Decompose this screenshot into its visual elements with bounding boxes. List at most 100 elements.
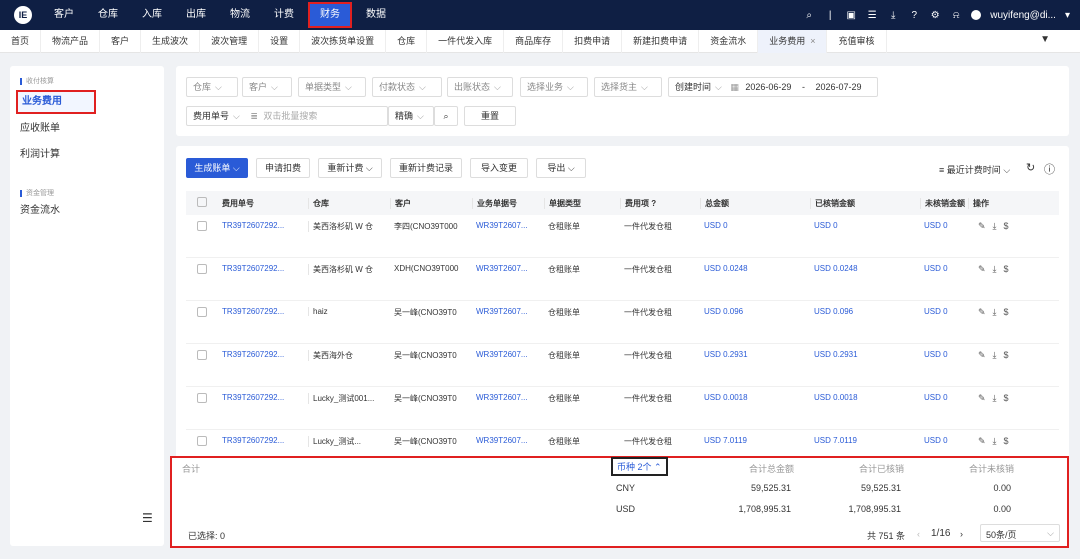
- warehouse-select[interactable]: 仓库 ⌵: [186, 77, 238, 97]
- tab-fund-flow[interactable]: 资金流水: [699, 29, 759, 53]
- tab-business-fee[interactable]: 业务费用 ×: [758, 29, 828, 53]
- fee-no-cell[interactable]: TR39T2607292...: [218, 393, 308, 402]
- settings-icon[interactable]: ⚙: [929, 10, 941, 21]
- dollar-icon[interactable]: $: [1004, 393, 1009, 403]
- tab-deduct-apply[interactable]: 扣费申请: [563, 29, 623, 53]
- dollar-icon[interactable]: $: [1004, 307, 1009, 317]
- tab-generate-wave[interactable]: 生成波次: [141, 29, 201, 53]
- nav-inbound[interactable]: 入库: [130, 0, 174, 30]
- help-icon[interactable]: ⓘ: [1044, 161, 1055, 177]
- dollar-icon[interactable]: $: [1004, 264, 1009, 274]
- download-icon[interactable]: ⤓: [993, 307, 997, 317]
- edit-icon[interactable]: ✎: [978, 350, 986, 360]
- currency-toggle[interactable]: 币种 2个 ⌃: [611, 457, 668, 476]
- business-doc-cell[interactable]: WR39T2607...: [472, 221, 544, 230]
- match-mode-select[interactable]: 精确 ⌵: [388, 106, 434, 126]
- row-checkbox[interactable]: [186, 221, 218, 233]
- tab-settings[interactable]: 设置: [259, 29, 301, 53]
- nav-billing[interactable]: 计费: [262, 0, 306, 30]
- avatar[interactable]: [971, 10, 982, 20]
- download-icon[interactable]: ⤓: [993, 350, 997, 360]
- row-checkbox[interactable]: [186, 264, 218, 276]
- fee-no-cell[interactable]: TR39T2607292...: [218, 307, 308, 316]
- col-fee-no[interactable]: 费用单号: [218, 198, 308, 209]
- tab-home[interactable]: 首页: [0, 29, 42, 53]
- download-icon[interactable]: ⤓: [993, 221, 997, 231]
- row-checkbox[interactable]: [186, 436, 218, 448]
- table-row[interactable]: TR39T2607292... 美西洛杉矶 W 仓李四(CNO39T000 WR39…: [186, 215, 1059, 258]
- edit-icon[interactable]: ✎: [978, 307, 986, 317]
- sidebar-item-profit-calc[interactable]: 利润计算: [10, 142, 164, 168]
- tab-new-deduct-apply[interactable]: 新建扣费申请: [622, 29, 700, 53]
- apply-deduct-button[interactable]: 申请扣费: [256, 158, 310, 178]
- edit-icon[interactable]: ✎: [978, 264, 986, 274]
- dollar-icon[interactable]: $: [1004, 436, 1009, 446]
- chevron-down-icon[interactable]: ▾: [1065, 10, 1070, 21]
- close-icon[interactable]: ×: [810, 36, 815, 46]
- screen-icon[interactable]: ▣: [845, 10, 857, 21]
- tab-recharge-audit[interactable]: 充值审核: [827, 29, 887, 53]
- nav-finance[interactable]: 财务: [308, 2, 352, 28]
- date-end[interactable]: 2026-07-29: [815, 82, 861, 92]
- business-doc-cell[interactable]: WR39T2607...: [472, 436, 544, 445]
- reset-button[interactable]: 重置: [464, 106, 516, 126]
- import-change-button[interactable]: 导入变更: [470, 158, 528, 178]
- business-doc-cell[interactable]: WR39T2607...: [472, 264, 544, 273]
- tab-wave-manage[interactable]: 波次管理: [200, 29, 260, 53]
- col-fee-item[interactable]: 费用项 ?: [620, 197, 700, 209]
- download-icon[interactable]: ⤓: [993, 436, 997, 446]
- next-page-icon[interactable]: ›: [960, 529, 963, 539]
- col-unverified-amount[interactable]: 未核销金额: [920, 197, 968, 209]
- collapse-menu-icon[interactable]: ☰: [142, 511, 153, 525]
- fee-no-cell[interactable]: TR39T2607292...: [218, 264, 308, 273]
- row-checkbox[interactable]: [186, 350, 218, 362]
- chevron-down-icon[interactable]: ▼: [1040, 34, 1050, 45]
- tab-logistics-product[interactable]: 物流产品: [41, 29, 101, 53]
- dollar-icon[interactable]: $: [1004, 350, 1009, 360]
- tab-wave-picklist-settings[interactable]: 波次拣货单设置: [300, 29, 387, 53]
- dollar-icon[interactable]: $: [1004, 221, 1009, 231]
- nav-customer[interactable]: 客户: [42, 0, 86, 30]
- date-start[interactable]: 2026-06-29: [745, 82, 791, 92]
- billing-status-select[interactable]: 出账状态 ⌵: [447, 77, 513, 97]
- doc-type-select[interactable]: 单据类型 ⌵: [298, 77, 366, 97]
- generate-bill-button[interactable]: 生成账单 ⌵: [186, 158, 248, 178]
- download-icon[interactable]: ⤓: [993, 393, 997, 403]
- tab-inventory[interactable]: 商品库存: [504, 29, 564, 53]
- sidebar-item-business-fee[interactable]: 业务费用: [16, 90, 96, 114]
- edit-icon[interactable]: ✎: [978, 221, 986, 231]
- col-customer[interactable]: 客户: [390, 197, 472, 209]
- edit-icon[interactable]: ✎: [978, 436, 986, 446]
- table-row[interactable]: TR39T2607292... 美西洛杉矶 W 仓 XDH(CNO39T000 WR3…: [186, 258, 1059, 301]
- recalc-button[interactable]: 重新计费 ⌵: [318, 158, 382, 178]
- refresh-icon[interactable]: ↻: [1026, 161, 1035, 174]
- help-icon[interactable]: ?: [651, 199, 656, 208]
- row-checkbox[interactable]: [186, 307, 218, 319]
- business-doc-cell[interactable]: WR39T2607...: [472, 350, 544, 359]
- business-select[interactable]: 选择业务 ⌵: [520, 77, 588, 97]
- page-size-select[interactable]: 50条/页 ⌵: [980, 524, 1060, 542]
- sidebar-item-fund-flow[interactable]: 资金流水: [10, 198, 164, 224]
- chat-icon[interactable]: ☰: [866, 10, 878, 21]
- col-verified-amount[interactable]: 已核销金额: [810, 197, 920, 209]
- nav-warehouse[interactable]: 仓库: [86, 0, 130, 30]
- payment-status-select[interactable]: 付款状态 ⌵: [372, 77, 442, 97]
- col-doc-type[interactable]: 单据类型: [544, 197, 620, 209]
- export-button[interactable]: 导出 ⌵: [536, 158, 586, 178]
- app-logo[interactable]: IE: [14, 6, 32, 24]
- col-warehouse[interactable]: 仓库: [308, 197, 390, 209]
- user-name[interactable]: wuyifeng@di...: [990, 10, 1056, 21]
- owner-select[interactable]: 选择货主 ⌵: [594, 77, 662, 97]
- customer-select[interactable]: 客户 ⌵: [242, 77, 292, 97]
- prev-page-icon[interactable]: ‹: [917, 529, 920, 539]
- download-icon[interactable]: ⤓: [887, 10, 899, 21]
- bell-icon[interactable]: ⍾: [950, 10, 962, 21]
- sidebar-item-receivable-bill[interactable]: 应收账单: [10, 116, 164, 142]
- table-row[interactable]: TR39T2607292... haiz 吴一峰(CNO39T0 WR39T2607.…: [186, 301, 1059, 344]
- fee-no-search[interactable]: 费用单号 ⌵ ≣ 双击批量搜索: [186, 106, 388, 126]
- recalc-log-button[interactable]: 重新计费记录: [390, 158, 462, 178]
- table-row[interactable]: TR39T2607292... Lucky_测试001... 吴一峰(CNO39T0…: [186, 387, 1059, 430]
- page-indicator[interactable]: 1/16: [931, 528, 950, 539]
- table-row[interactable]: TR39T2607292... Lucky_测试... 吴一峰(CNO39T0 WR3…: [186, 430, 1059, 459]
- col-business-doc-no[interactable]: 业务单据号: [472, 197, 544, 209]
